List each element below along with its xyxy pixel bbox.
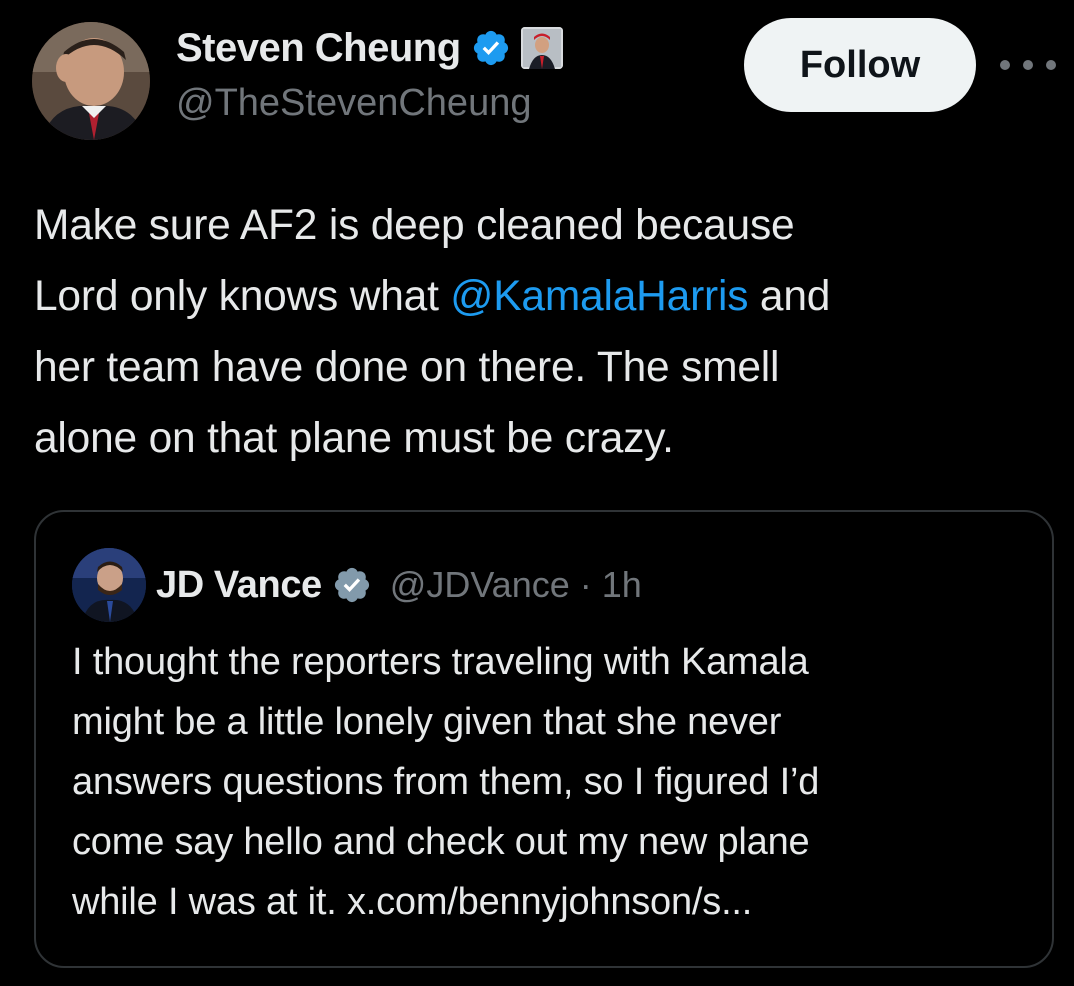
- dot: [1000, 60, 1010, 70]
- quoted-tweet-text: I thought the reporters traveling with K…: [72, 632, 1032, 932]
- text-segment: Lord only knows what: [34, 273, 451, 320]
- separator-dot: ·: [579, 564, 592, 605]
- tweet-text-line: her team have done on there. The smell: [34, 332, 1044, 403]
- more-options-icon[interactable]: [1000, 50, 1056, 80]
- tweet-text: Make sure AF2 is deep cleaned because Lo…: [34, 190, 1044, 474]
- dot: [1023, 60, 1033, 70]
- author-handle[interactable]: @TheStevenCheung: [176, 82, 531, 125]
- profile-photo-icon: [72, 548, 146, 622]
- text-segment: her team have done on there. The smell: [34, 344, 780, 391]
- quoted-text-line: while I was at it. x.com/bennyjohnson/s.…: [72, 881, 753, 923]
- author-name-row: Steven Cheung: [176, 22, 563, 74]
- author-avatar[interactable]: [32, 22, 150, 140]
- quoted-author-row: JD Vance @JDVance · 1h: [156, 560, 642, 610]
- quoted-text-line: answers questions from them, so I figure…: [72, 761, 820, 803]
- author-name[interactable]: Steven Cheung: [176, 26, 461, 71]
- affiliate-badge-icon[interactable]: [520, 27, 563, 69]
- quoted-author-avatar[interactable]: [72, 548, 146, 622]
- tweet-text-line: Make sure AF2 is deep cleaned because: [34, 190, 1044, 261]
- quoted-text-line: might be a little lonely given that she …: [72, 701, 782, 743]
- quoted-text-line: come say hello and check out my new plan…: [72, 821, 810, 863]
- profile-photo-icon: [32, 22, 150, 140]
- mention-link[interactable]: @KamalaHarris: [450, 273, 748, 320]
- text-segment: and: [748, 273, 831, 320]
- quoted-author-name[interactable]: JD Vance: [156, 564, 322, 607]
- text-segment: alone on that plane must be crazy.: [34, 415, 674, 462]
- tweet-text-line: alone on that plane must be crazy.: [34, 403, 1044, 474]
- verified-badge-icon[interactable]: [332, 565, 372, 605]
- quoted-text-line: I thought the reporters traveling with K…: [72, 641, 809, 683]
- follow-button[interactable]: Follow: [744, 18, 976, 112]
- dot: [1046, 60, 1056, 70]
- verified-badge-icon[interactable]: [471, 28, 511, 68]
- quoted-tweet-timestamp[interactable]: 1h: [602, 564, 642, 606]
- text-segment: Make sure AF2 is deep cleaned because: [34, 202, 795, 249]
- tweet-text-line: Lord only knows what @KamalaHarris and: [34, 261, 1044, 332]
- quoted-author-handle[interactable]: @JDVance: [390, 564, 570, 606]
